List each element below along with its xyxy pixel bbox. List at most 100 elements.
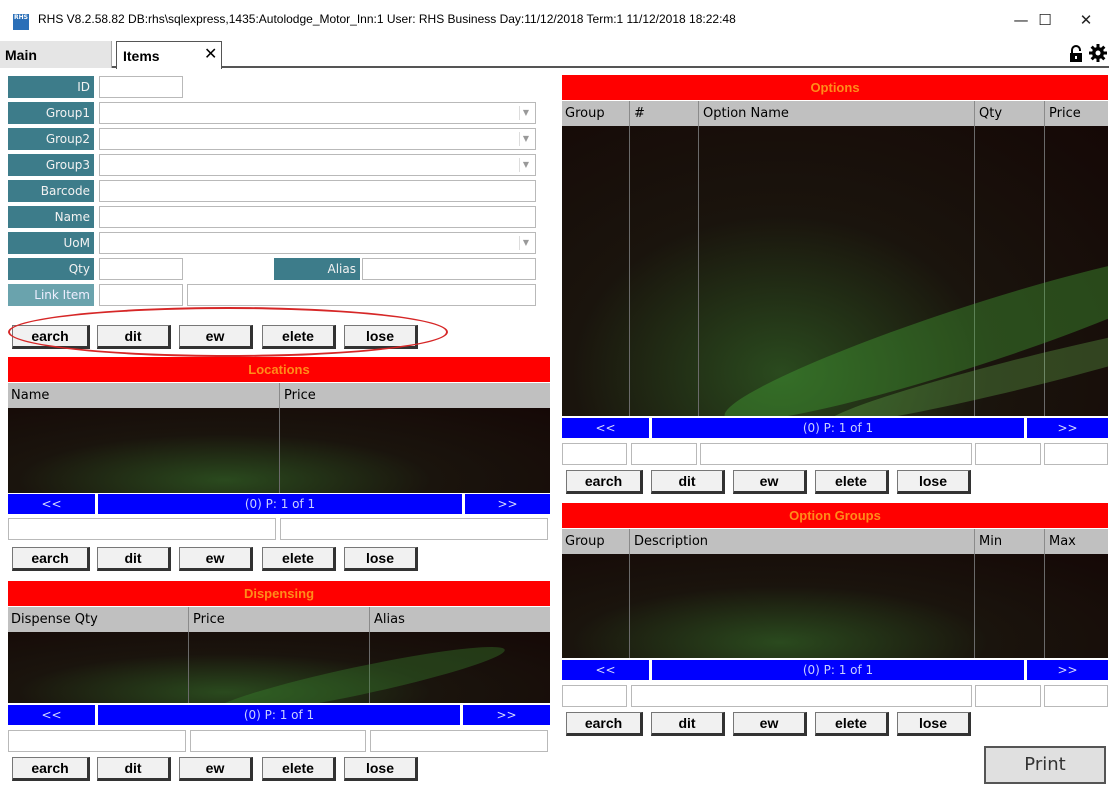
background-streak: [208, 636, 508, 703]
column-price[interactable]: Price: [281, 383, 316, 408]
column-divider: [974, 529, 975, 554]
options-name-filter[interactable]: [700, 443, 972, 465]
options-price-filter[interactable]: [1044, 443, 1108, 465]
app-icon: RHS: [13, 14, 29, 30]
options-search-button[interactable]: earch: [566, 470, 643, 494]
option-groups-new-button[interactable]: ew: [733, 712, 807, 736]
chevron-down-icon[interactable]: ▼: [519, 132, 532, 146]
option-groups-grid[interactable]: [562, 554, 1108, 658]
name-field[interactable]: [99, 206, 536, 228]
column-divider: [1044, 101, 1045, 126]
option-groups-search-button[interactable]: earch: [566, 712, 643, 736]
options-header: Options: [562, 75, 1108, 100]
link-item-field[interactable]: [99, 284, 183, 306]
locations-new-button[interactable]: ew: [179, 547, 253, 571]
print-button[interactable]: Print: [984, 746, 1106, 784]
column-alias[interactable]: Alias: [371, 607, 405, 632]
tab-close-icon[interactable]: ✕: [204, 44, 217, 63]
alias-field[interactable]: [362, 258, 536, 280]
group1-select[interactable]: ▼: [99, 102, 536, 124]
chevron-down-icon[interactable]: ▼: [519, 236, 532, 250]
options-group-filter[interactable]: [562, 443, 627, 465]
option-groups-edit-button[interactable]: dit: [651, 712, 725, 736]
close-window-button[interactable]: ✕: [1063, 4, 1109, 36]
column-name[interactable]: Name: [8, 383, 49, 408]
chevron-down-icon[interactable]: ▼: [519, 106, 532, 120]
prev-page-button[interactable]: <<: [562, 660, 649, 680]
next-page-button[interactable]: >>: [1027, 418, 1108, 438]
dispensing-grid[interactable]: [8, 632, 550, 703]
page-indicator: (0) P: 1 of 1: [243, 708, 315, 722]
tab-main[interactable]: Main: [0, 41, 112, 68]
dispensing-close-button[interactable]: lose: [344, 757, 418, 781]
dispensing-price-filter[interactable]: [190, 730, 366, 752]
dispensing-header: Dispensing: [8, 581, 550, 606]
locations-search-button[interactable]: earch: [12, 547, 90, 571]
options-grid[interactable]: [562, 126, 1108, 416]
next-page-button[interactable]: >>: [1027, 660, 1108, 680]
option-groups-column-header: Group Description Min Max: [562, 529, 1108, 554]
annotation-ellipse: [8, 307, 448, 357]
options-qty-filter[interactable]: [975, 443, 1041, 465]
maximize-button[interactable]: ☐: [1022, 4, 1068, 36]
column-dispense-qty[interactable]: Dispense Qty: [8, 607, 98, 632]
options-pager: << (0) P: 1 of 1 >>: [562, 418, 1108, 438]
column-divider: [974, 554, 975, 658]
column-description[interactable]: Description: [631, 529, 708, 554]
column-min[interactable]: Min: [976, 529, 1002, 554]
link-item-description-field[interactable]: [187, 284, 536, 306]
locations-pager: << (0) P: 1 of 1 >>: [8, 494, 550, 514]
column-max[interactable]: Max: [1046, 529, 1076, 554]
options-new-button[interactable]: ew: [733, 470, 807, 494]
chevron-down-icon[interactable]: ▼: [519, 158, 532, 172]
column-qty[interactable]: Qty: [976, 101, 1002, 126]
next-page-button[interactable]: >>: [465, 494, 550, 514]
column-price[interactable]: Price: [1046, 101, 1081, 126]
option-groups-close-button[interactable]: lose: [897, 712, 971, 736]
locations-edit-button[interactable]: dit: [97, 547, 171, 571]
dispensing-new-button[interactable]: ew: [179, 757, 253, 781]
option-groups-group-filter[interactable]: [562, 685, 627, 707]
column-price[interactable]: Price: [190, 607, 225, 632]
dispensing-delete-button[interactable]: elete: [262, 757, 336, 781]
link-item-label: Link Item: [8, 284, 94, 306]
qty-field[interactable]: [99, 258, 183, 280]
group3-select[interactable]: ▼: [99, 154, 536, 176]
gear-icon[interactable]: [1089, 44, 1107, 62]
options-number-filter[interactable]: [631, 443, 697, 465]
lock-icon[interactable]: [1068, 45, 1084, 62]
next-page-button[interactable]: >>: [463, 705, 550, 725]
dispensing-qty-filter[interactable]: [8, 730, 186, 752]
prev-page-button[interactable]: <<: [8, 494, 95, 514]
locations-delete-button[interactable]: elete: [262, 547, 336, 571]
dispensing-alias-filter[interactable]: [370, 730, 548, 752]
group3-label: Group3: [8, 154, 94, 176]
locations-close-button[interactable]: lose: [344, 547, 418, 571]
group2-select[interactable]: ▼: [99, 128, 536, 150]
barcode-field[interactable]: [99, 180, 536, 202]
option-groups-min-filter[interactable]: [975, 685, 1041, 707]
option-groups-delete-button[interactable]: elete: [815, 712, 889, 736]
column-number[interactable]: #: [631, 101, 645, 126]
option-groups-pager: << (0) P: 1 of 1 >>: [562, 660, 1108, 680]
options-close-button[interactable]: lose: [897, 470, 971, 494]
column-group[interactable]: Group: [562, 101, 605, 126]
dispensing-pager: << (0) P: 1 of 1 >>: [8, 705, 550, 725]
uom-select[interactable]: ▼: [99, 232, 536, 254]
column-divider: [279, 408, 280, 493]
locations-price-filter[interactable]: [280, 518, 548, 540]
id-label: ID: [8, 76, 94, 98]
prev-page-button[interactable]: <<: [8, 705, 95, 725]
option-groups-max-filter[interactable]: [1044, 685, 1108, 707]
options-edit-button[interactable]: dit: [651, 470, 725, 494]
id-field[interactable]: [99, 76, 183, 98]
column-group[interactable]: Group: [562, 529, 605, 554]
option-groups-description-filter[interactable]: [631, 685, 972, 707]
dispensing-search-button[interactable]: earch: [12, 757, 90, 781]
prev-page-button[interactable]: <<: [562, 418, 649, 438]
options-delete-button[interactable]: elete: [815, 470, 889, 494]
locations-name-filter[interactable]: [8, 518, 276, 540]
column-option-name[interactable]: Option Name: [700, 101, 789, 126]
locations-grid[interactable]: [8, 408, 550, 493]
dispensing-edit-button[interactable]: dit: [97, 757, 171, 781]
